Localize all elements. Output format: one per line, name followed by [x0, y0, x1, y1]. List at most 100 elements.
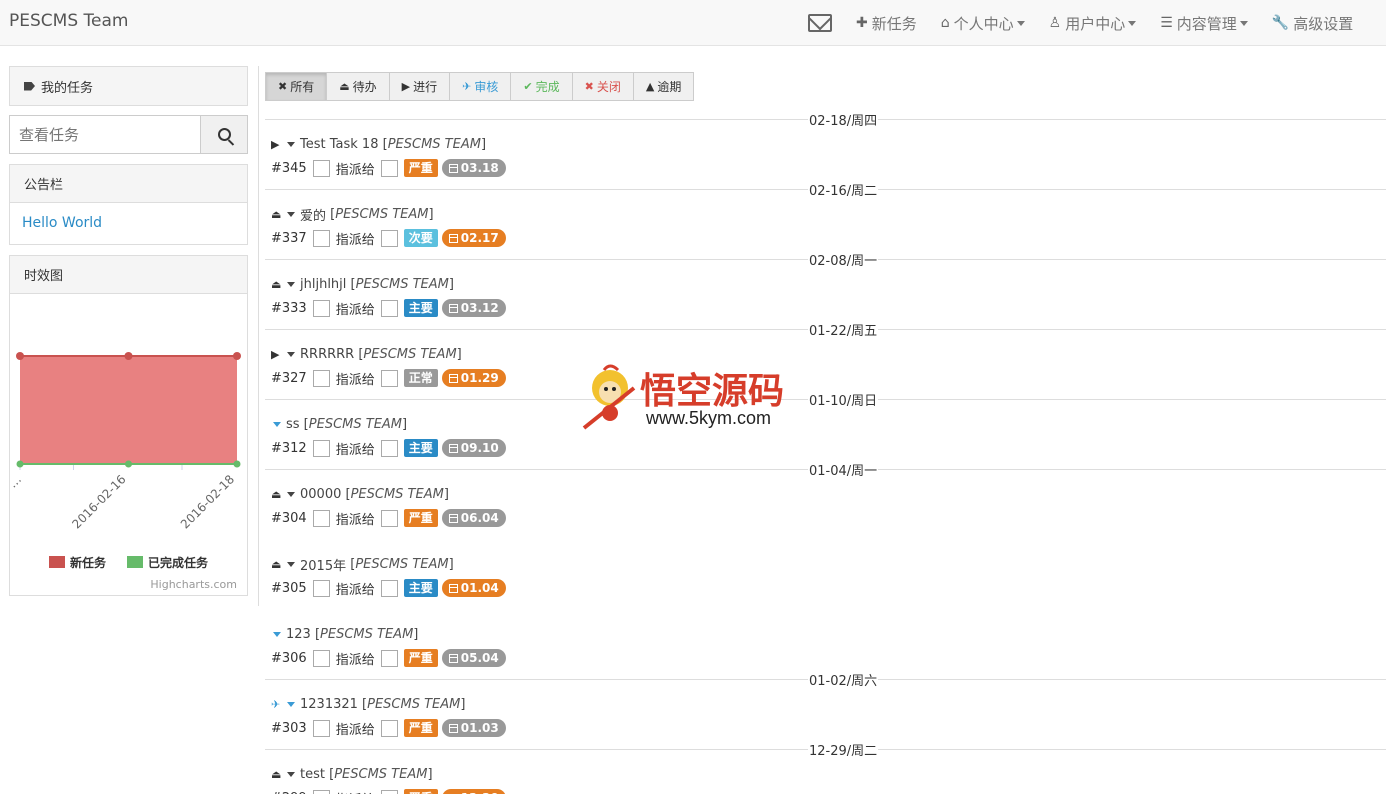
assign-checkbox[interactable]	[380, 299, 398, 317]
assign-checkbox[interactable]	[380, 649, 398, 667]
due-date: 03.18	[460, 161, 499, 175]
assign-checkbox[interactable]	[380, 509, 398, 527]
chevron-down-icon[interactable]	[287, 281, 295, 287]
task-item: ⏏ 2015年 [PESCMS TEAM] #305 指派给 主要 01.04	[265, 528, 1386, 598]
nav-users[interactable]: ♙ 用户中心	[1049, 13, 1137, 34]
tab-0[interactable]: ✖ 所有	[266, 73, 328, 100]
task-title[interactable]: ▶ RRRRRR [PESCMS TEAM]	[265, 345, 1386, 363]
tab-icon: ✖	[584, 80, 594, 93]
nav-advanced[interactable]: 🔧 高级设置	[1272, 13, 1353, 34]
select-checkbox[interactable]	[312, 649, 330, 667]
assign-checkbox[interactable]	[380, 159, 398, 177]
task-title[interactable]: 123 [PESCMS TEAM]	[265, 625, 1386, 643]
task-id: #337	[271, 230, 307, 246]
chevron-down-icon[interactable]	[287, 141, 295, 147]
chevron-down-icon[interactable]	[287, 771, 295, 777]
user-icon: ♙	[1048, 15, 1062, 31]
due-date: 06.04	[460, 511, 499, 525]
task-title[interactable]: ▶ Test Task 18 [PESCMS TEAM]	[265, 135, 1386, 153]
select-checkbox[interactable]	[312, 579, 330, 597]
chevron-down-icon[interactable]	[287, 701, 295, 707]
select-checkbox[interactable]	[312, 299, 330, 317]
nav-new-task[interactable]: ✚ 新任务	[856, 13, 917, 34]
task-title[interactable]: ss [PESCMS TEAM]	[265, 415, 1386, 433]
legend-swatch	[49, 556, 65, 568]
nav-personal[interactable]: ⌂ 个人中心	[941, 13, 1025, 34]
task-id: #303	[271, 720, 307, 736]
mail-icon[interactable]	[808, 14, 832, 32]
task-title-text: 爱的	[300, 208, 327, 224]
assign-checkbox[interactable]	[380, 439, 398, 457]
assign-checkbox[interactable]	[380, 789, 398, 794]
wrench-icon: 🔧	[1271, 15, 1290, 31]
brand-title[interactable]: PESCMS Team	[9, 11, 128, 31]
chevron-down-icon[interactable]	[287, 561, 295, 567]
select-checkbox[interactable]	[312, 439, 330, 457]
plus-icon: ✚	[856, 15, 868, 31]
notice-panel: 公告栏 Hello World	[9, 164, 248, 245]
assign-checkbox[interactable]	[380, 579, 398, 597]
team-name: PESCMS TEAM	[335, 206, 429, 222]
tab-label: 进行	[413, 80, 438, 94]
select-checkbox[interactable]	[312, 369, 330, 387]
sidebar-divider	[258, 66, 259, 606]
task-title[interactable]: ⏏ 爱的 [PESCMS TEAM]	[265, 205, 1386, 224]
tab-6[interactable]: ▲ 逾期	[634, 73, 693, 100]
assign-label: 指派给	[335, 302, 375, 318]
tab-2[interactable]: ▶ 进行	[390, 73, 451, 100]
team-name: PESCMS TEAM	[320, 626, 414, 642]
tab-label: 待办	[352, 80, 377, 94]
search-input[interactable]	[9, 115, 200, 154]
task-title[interactable]: ⏏ jhljhlhjl [PESCMS TEAM]	[265, 275, 1386, 293]
task-id: #327	[271, 370, 307, 386]
select-checkbox[interactable]	[312, 159, 330, 177]
assign-checkbox[interactable]	[380, 369, 398, 387]
task-item: ⏏ 爱的 [PESCMS TEAM] #337 指派给 次要 02.17	[265, 178, 1386, 248]
task-title[interactable]: ✈ 1231321 [PESCMS TEAM]	[265, 695, 1386, 713]
point-new-task	[16, 352, 24, 360]
tab-5[interactable]: ✖ 关闭	[573, 73, 634, 100]
task-title-text: ss	[286, 416, 300, 432]
select-checkbox[interactable]	[312, 229, 330, 247]
bracket: ]	[448, 556, 454, 572]
notice-link[interactable]: Hello World	[22, 215, 102, 231]
task-search	[9, 115, 248, 154]
task-title[interactable]: ⏏ test [PESCMS TEAM]	[265, 765, 1386, 783]
team-name: PESCMS TEAM	[367, 696, 461, 712]
chevron-down-icon	[1016, 20, 1025, 26]
assign-checkbox[interactable]	[380, 229, 398, 247]
select-checkbox[interactable]	[312, 509, 330, 527]
status-icon: ⏏	[271, 487, 282, 501]
bracket: [	[326, 206, 336, 222]
watermark: 悟空源码 www.5kym.com	[578, 358, 808, 434]
assign-checkbox[interactable]	[380, 719, 398, 737]
select-checkbox[interactable]	[312, 789, 330, 794]
calendar-icon	[448, 373, 458, 383]
task-meta: #312 指派给 主要 09.10	[265, 437, 1386, 459]
calendar-icon	[448, 233, 458, 243]
tab-3[interactable]: ✈ 审核	[450, 73, 512, 100]
watermark-url: www.5kym.com	[646, 408, 772, 428]
task-title[interactable]: ⏏ 2015年 [PESCMS TEAM]	[265, 555, 1386, 574]
search-button[interactable]	[200, 115, 248, 154]
task-meta: #305 指派给 主要 01.04	[265, 577, 1386, 599]
task-title[interactable]: ⏏ 00000 [PESCMS TEAM]	[265, 485, 1386, 503]
chevron-down-icon[interactable]	[273, 631, 281, 637]
status-icon: ⏏	[271, 767, 282, 781]
tab-label: 关闭	[596, 80, 621, 94]
tab-1[interactable]: ⏏ 待办	[327, 73, 390, 100]
chevron-down-icon[interactable]	[287, 351, 295, 357]
my-tasks-panel[interactable]: 我的任务	[9, 66, 248, 106]
task-title-text: Test Task 18	[300, 136, 379, 152]
my-tasks-label: 我的任务	[41, 80, 94, 96]
monkey-logo	[582, 364, 636, 430]
bracket: [	[341, 486, 351, 502]
nav-content[interactable]: ☰ 内容管理	[1160, 13, 1248, 34]
chevron-down-icon[interactable]	[287, 211, 295, 217]
select-checkbox[interactable]	[312, 719, 330, 737]
chevron-down-icon[interactable]	[287, 491, 295, 497]
point-new-task	[124, 352, 133, 360]
chevron-down-icon[interactable]	[273, 421, 281, 427]
tab-label: 逾期	[657, 80, 682, 94]
tab-4[interactable]: ✔ 完成	[511, 73, 573, 100]
